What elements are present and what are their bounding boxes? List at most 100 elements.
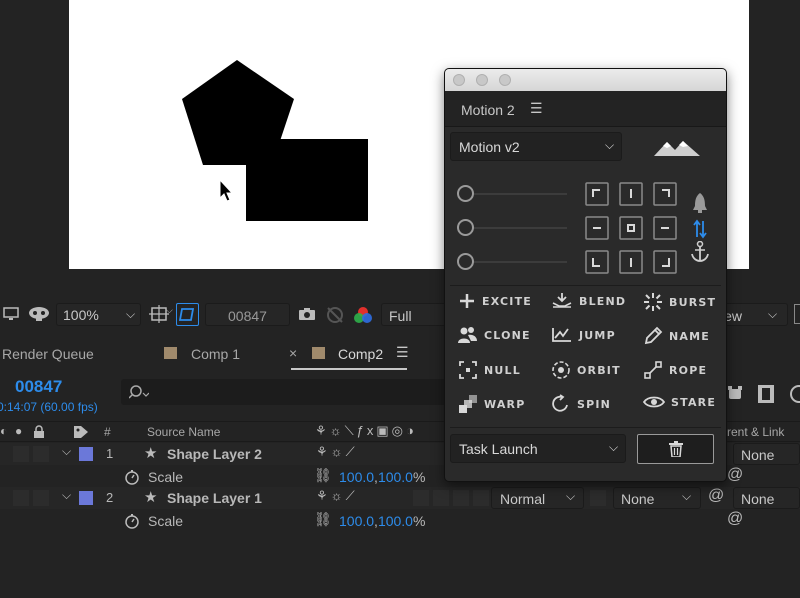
lock-toggle-box[interactable] [33,490,49,506]
mask-icon[interactable] [28,306,50,322]
panel-title[interactable]: Motion 2 [461,102,515,118]
zoom-dropdown[interactable]: 100% ⌵ [56,303,141,326]
switch-box[interactable] [453,490,469,506]
layer-search-field[interactable] [121,379,451,405]
close-icon[interactable]: × [289,345,297,361]
jump-button[interactable]: JUMP [551,326,616,344]
slider-3[interactable] [457,252,569,272]
av-toggle-box[interactable] [13,490,29,506]
av-toggle-box[interactable] [13,446,29,462]
pickwhip-icon[interactable]: @ [727,466,743,484]
delete-button[interactable] [637,434,714,464]
rope-icon [644,361,662,379]
window-close-button[interactable] [453,74,465,86]
panel-menu-icon[interactable]: ☰ [530,100,543,117]
property-row[interactable]: Scale ⛓ 100.0,100.0% @ [0,510,800,532]
blend-icon [552,293,572,308]
layer-name[interactable]: Shape Layer 2 [167,446,262,462]
tab-menu-icon[interactable]: ☰ [396,344,409,361]
anchor-icon[interactable] [691,241,709,263]
orbit-button[interactable]: ORBIT [551,360,621,380]
layer-label-color[interactable] [79,447,93,461]
window-zoom-button[interactable] [499,74,511,86]
task-launch-dropdown[interactable]: Task Launch ⌵ [450,434,626,463]
timeline-timecode[interactable]: 00847 [15,377,62,397]
null-button[interactable]: NULL [458,360,521,380]
camera-icon[interactable] [298,307,316,321]
stopwatch-icon[interactable] [124,512,140,529]
expand-icon[interactable] [794,304,800,324]
excite-button[interactable]: EXCITE [458,292,532,310]
preset-dropdown[interactable]: Motion v2 ⌵ [450,132,622,161]
column-source-name[interactable]: Source Name [147,425,220,439]
blend-mode-dropdown[interactable]: Normal ⌵ [491,487,584,509]
scale-x-value[interactable]: 100.0 [339,513,374,529]
warp-button[interactable]: WARP [458,394,526,414]
mask-toggle-button[interactable] [176,303,199,326]
layer-name[interactable]: Shape Layer 1 [167,490,262,506]
comp-flowchart-icon[interactable] [726,384,744,402]
rgb-channels-icon[interactable] [353,305,373,325]
burst-button[interactable]: BURST [643,292,716,312]
column-parent-link[interactable]: rent & Link [727,425,784,439]
pickwhip-icon[interactable]: @ [727,510,743,528]
pickwhip-icon[interactable]: @ [708,487,724,505]
switch-box[interactable] [413,490,429,506]
scale-x-value[interactable]: 100.0 [339,469,374,485]
slider-knob[interactable] [457,253,474,270]
track-matte-dropdown[interactable]: None ⌵ [613,487,701,509]
constrain-proportions-icon[interactable]: ⛓ [314,511,332,528]
scale-y-value[interactable]: 100.0 [378,469,413,485]
layer-row[interactable]: ⌵ 2 ★ Shape Layer 1 ⚘☼⟋ Normal ⌵ None ⌵ … [0,487,800,509]
bell-icon[interactable] [692,192,708,214]
slider-2[interactable] [457,218,569,238]
tab-render-queue[interactable]: Render Queue [2,346,94,362]
monitor-icon[interactable] [3,307,19,321]
layer-switches-icons[interactable]: ⚘☼⟋ [316,444,358,460]
clone-button[interactable]: CLONE [458,326,531,344]
resolution-dropdown[interactable]: Full [381,303,446,326]
solo-icon[interactable]: ● [15,424,22,438]
switch-box[interactable] [473,490,489,506]
blend-button[interactable]: BLEND [551,292,626,310]
switch-box[interactable] [590,490,606,506]
stopwatch-icon[interactable] [124,468,140,485]
warp-icon [459,395,477,413]
constrain-proportions-icon[interactable]: ⛓ [314,467,332,484]
mountains-icon[interactable] [653,139,701,157]
slider-knob[interactable] [457,185,474,202]
layer-label-color[interactable] [79,491,93,505]
expand-chevron-icon[interactable]: ⌵ [62,488,71,503]
tab-comp2[interactable]: Comp2 [338,346,383,362]
tab-comp-1[interactable]: Comp 1 [191,346,240,362]
switch-box[interactable] [433,490,449,506]
chevron-down-icon[interactable]: ⌵ [166,305,173,316]
lock-toggle-box[interactable] [33,446,49,462]
mouse-cursor-icon [219,178,234,202]
motion-blur-icon[interactable] [789,384,800,404]
window-minimize-button[interactable] [476,74,488,86]
spin-button[interactable]: SPIN [551,394,611,414]
window-title-bar[interactable] [445,69,726,91]
trash-icon [669,441,683,457]
lock-icon[interactable] [33,425,45,438]
filmstrip-icon[interactable] [757,384,775,404]
null-icon [459,361,477,379]
parent-dropdown[interactable]: None [733,443,800,465]
scale-value[interactable]: 100.0,100.0% [339,469,425,485]
stare-button[interactable]: STARE [643,394,716,410]
show-snapshot-icon[interactable] [325,305,345,323]
slider-1[interactable] [457,184,569,204]
label-tag-icon[interactable] [73,425,89,439]
scale-value[interactable]: 100.0,100.0% [339,513,425,529]
current-time-field[interactable]: 00847 [205,303,290,326]
rope-button[interactable]: ROPE [643,360,707,380]
parent-dropdown[interactable]: None [733,487,800,509]
scale-y-value[interactable]: 100.0 [378,513,413,529]
layer-switches-icons[interactable]: ⚘☼⟋ [316,488,358,504]
expand-chevron-icon[interactable]: ⌵ [62,444,71,459]
swap-arrows-icon[interactable] [693,219,707,239]
slider-knob[interactable] [457,219,474,236]
name-button[interactable]: NAME [643,326,710,346]
video-toggle-icon[interactable]: ◐ [0,424,7,438]
